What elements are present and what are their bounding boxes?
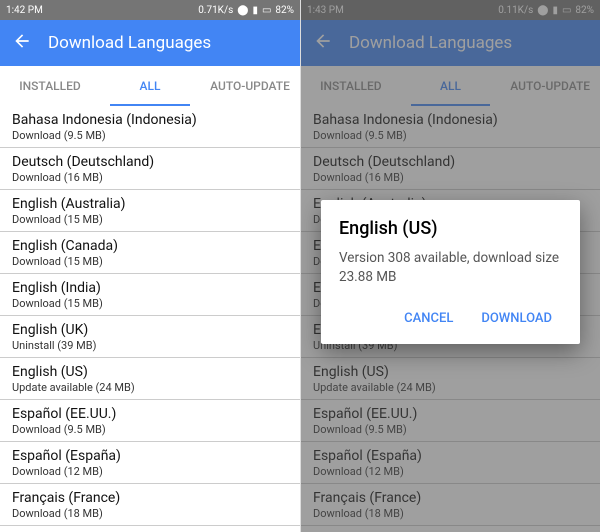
- status-time: 1:43 PM: [307, 5, 344, 16]
- language-item[interactable]: Español (España)Download (12 MB): [301, 442, 600, 484]
- language-name: Español (EE.UU.): [313, 406, 588, 422]
- status-bar: 1:42 PM 0.71K/s ⬤ ▮ ▭ 82%: [0, 0, 300, 20]
- language-subtext: Download (9.5 MB): [313, 129, 588, 142]
- tab-installed[interactable]: INSTALLED: [0, 66, 100, 106]
- language-subtext: Download (12 MB): [12, 465, 288, 478]
- status-speed: 0.11K/s: [498, 5, 533, 16]
- language-subtext: Download (15 MB): [12, 213, 288, 226]
- appbar-title: Download Languages: [349, 33, 512, 53]
- language-item[interactable]: Español (España)Download (12 MB): [0, 442, 300, 484]
- language-name: Français (France): [313, 490, 588, 506]
- tabs: INSTALLED ALL AUTO-UPDATE: [301, 66, 600, 106]
- appbar: Download Languages: [301, 20, 600, 66]
- language-name: Deutsch (Deutschland): [313, 154, 588, 170]
- wifi-icon: ⬤: [537, 5, 548, 16]
- appbar-title: Download Languages: [48, 33, 211, 53]
- language-item[interactable]: English (Australia)Download (15 MB): [0, 190, 300, 232]
- phone-right: 1:43 PM 0.11K/s ⬤ ▮ ▭ 82% Download Langu…: [300, 0, 600, 532]
- phone-left: 1:42 PM 0.71K/s ⬤ ▮ ▭ 82% Download Langu…: [0, 0, 300, 532]
- language-name: English (India): [12, 280, 288, 296]
- language-name: Bahasa Indonesia (Indonesia): [12, 112, 288, 128]
- language-subtext: Download (12 MB): [313, 465, 588, 478]
- language-subtext: Update available (24 MB): [313, 381, 588, 394]
- language-subtext: Download (18 MB): [313, 507, 588, 520]
- appbar: Download Languages: [0, 20, 300, 66]
- language-name: Español (EE.UU.): [12, 406, 288, 422]
- language-subtext: Download (9.5 MB): [12, 423, 288, 436]
- language-name: English (US): [313, 364, 588, 380]
- language-name: Bahasa Indonesia (Indonesia): [313, 112, 588, 128]
- language-subtext: Uninstall (39 MB): [12, 339, 288, 352]
- download-button[interactable]: DOWNLOAD: [471, 303, 562, 334]
- language-item[interactable]: English (India)Download (15 MB): [0, 274, 300, 316]
- language-item[interactable]: English (Canada)Download (15 MB): [0, 232, 300, 274]
- language-subtext: Update available (24 MB): [12, 381, 288, 394]
- language-item[interactable]: Bahasa Indonesia (Indonesia)Download (9.…: [0, 106, 300, 148]
- language-name: English (Australia): [12, 196, 288, 212]
- language-item[interactable]: English (US)Update available (24 MB): [0, 358, 300, 400]
- cancel-button[interactable]: CANCEL: [394, 303, 463, 334]
- language-item[interactable]: Français (France)Download (18 MB): [0, 484, 300, 526]
- language-name: Deutsch (Deutschland): [12, 154, 288, 170]
- language-name: English (Canada): [12, 238, 288, 254]
- language-subtext: Download (9.5 MB): [313, 423, 588, 436]
- language-name: Español (España): [313, 448, 588, 464]
- status-battery: 82%: [575, 5, 594, 16]
- status-battery: 82%: [275, 5, 294, 16]
- signal-icon: ▮: [252, 5, 258, 16]
- battery-icon: ▭: [562, 5, 571, 16]
- language-name: Français (France): [12, 490, 288, 506]
- language-subtext: Download (15 MB): [12, 255, 288, 268]
- dialog-actions: CANCEL DOWNLOAD: [339, 303, 562, 334]
- language-subtext: Download (16 MB): [12, 171, 288, 184]
- tabs: INSTALLED ALL AUTO-UPDATE: [0, 66, 300, 106]
- tab-auto-update[interactable]: AUTO-UPDATE: [200, 66, 300, 106]
- language-subtext: Download (16 MB): [313, 171, 588, 184]
- wifi-icon: ⬤: [237, 5, 248, 16]
- language-subtext: Download (15 MB): [12, 297, 288, 310]
- dialog-title: English (US): [339, 218, 562, 239]
- language-item[interactable]: English (UK)Uninstall (39 MB): [0, 316, 300, 358]
- tab-auto-update[interactable]: AUTO-UPDATE: [500, 66, 600, 106]
- language-item[interactable]: Español (EE.UU.)Download (9.5 MB): [301, 400, 600, 442]
- dialog-body: Version 308 available, download size 23.…: [339, 249, 562, 287]
- tab-installed[interactable]: INSTALLED: [301, 66, 401, 106]
- language-item[interactable]: Deutsch (Deutschland)Download (16 MB): [301, 148, 600, 190]
- language-subtext: Download (9.5 MB): [12, 129, 288, 142]
- back-icon[interactable]: [12, 31, 32, 55]
- language-item[interactable]: Español (EE.UU.)Download (9.5 MB): [0, 400, 300, 442]
- signal-icon: ▮: [552, 5, 558, 16]
- back-icon[interactable]: [313, 31, 333, 55]
- language-name: English (US): [12, 364, 288, 380]
- language-item[interactable]: Français (France)Download (18 MB): [301, 484, 600, 526]
- language-name: English (UK): [12, 322, 288, 338]
- tab-all[interactable]: ALL: [401, 66, 501, 106]
- language-name: Español (España): [12, 448, 288, 464]
- tab-all[interactable]: ALL: [100, 66, 200, 106]
- battery-icon: ▭: [262, 5, 271, 16]
- status-speed: 0.71K/s: [198, 5, 233, 16]
- language-item[interactable]: Bahasa Indonesia (Indonesia)Download (9.…: [301, 106, 600, 148]
- language-item[interactable]: English (US)Update available (24 MB): [301, 358, 600, 400]
- language-list[interactable]: Bahasa Indonesia (Indonesia)Download (9.…: [0, 106, 300, 532]
- download-dialog: English (US) Version 308 available, down…: [321, 200, 580, 344]
- status-time: 1:42 PM: [6, 5, 43, 16]
- status-bar: 1:43 PM 0.11K/s ⬤ ▮ ▭ 82%: [301, 0, 600, 20]
- language-subtext: Download (18 MB): [12, 507, 288, 520]
- language-item[interactable]: Deutsch (Deutschland)Download (16 MB): [0, 148, 300, 190]
